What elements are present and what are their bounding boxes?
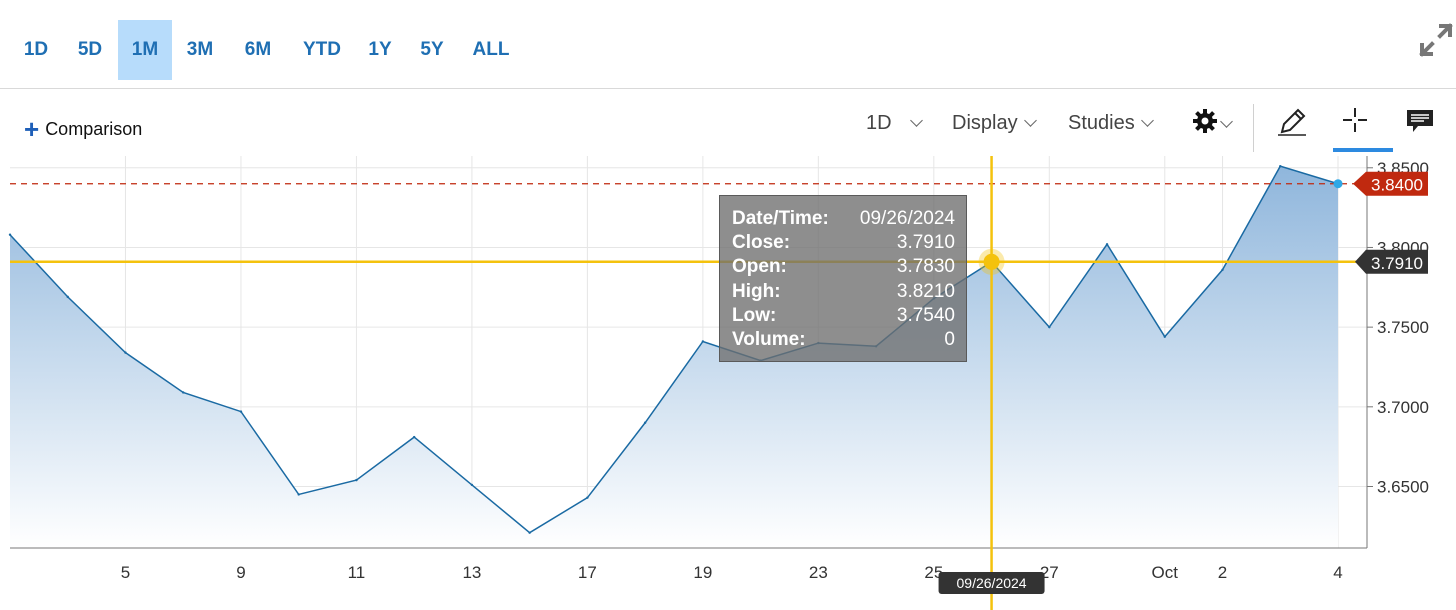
data-point: [297, 493, 300, 496]
tooltip-label: Volume:: [732, 328, 806, 350]
tooltip-label: Close:: [732, 232, 791, 254]
x-tick-label: 2: [1218, 563, 1227, 582]
range-tab-6m[interactable]: 6M: [230, 20, 286, 80]
comparison-label: Comparison: [45, 119, 143, 139]
tooltip-value: 3.7540: [896, 304, 955, 326]
crosshair-icon[interactable]: [1339, 104, 1371, 138]
data-point: [1105, 243, 1109, 246]
studies-dropdown[interactable]: Studies: [1068, 112, 1154, 135]
data-point: [8, 233, 12, 236]
range-tab-5d[interactable]: 5D: [64, 20, 116, 80]
tooltip-value: 3.7830: [896, 256, 955, 278]
tooltip-label: Date/Time:: [732, 208, 829, 229]
data-point: [1279, 164, 1282, 168]
chevron-down-icon: [1140, 114, 1154, 127]
expand-icon[interactable]: [1418, 22, 1454, 58]
tooltip-row: Open: 3.7830: [732, 255, 955, 279]
tooltip-value: 0: [944, 328, 955, 350]
comment-icon[interactable]: [1404, 104, 1436, 138]
chevron-down-icon: [909, 114, 923, 127]
data-point: [239, 410, 243, 413]
x-tick-label: 4: [1333, 563, 1342, 582]
crosshair-tooltip: Date/Time: 09/26/2024 Close: 3.7910 Open: 3.7…: [719, 195, 967, 362]
data-point: [586, 496, 589, 499]
x-tick-label: 5: [121, 563, 130, 582]
settings-dropdown[interactable]: [1192, 108, 1233, 136]
range-tab-1d[interactable]: 1D: [14, 20, 58, 80]
tooltip-label: Open:: [732, 256, 787, 278]
data-point: [124, 351, 127, 354]
interval-dropdown[interactable]: 1D: [866, 112, 923, 135]
tooltip-row: High: 3.8210: [732, 280, 955, 304]
tooltip-label: Low:: [732, 304, 777, 326]
tooltip-row: Low: 3.7540: [732, 304, 955, 328]
range-tab-all[interactable]: ALL: [462, 20, 520, 80]
range-tab-3m[interactable]: 3M: [174, 20, 226, 80]
toolbar-divider: [1253, 104, 1254, 152]
range-tab-1y[interactable]: 1Y: [360, 20, 400, 80]
data-point: [1163, 335, 1166, 338]
chevron-down-icon: [1023, 114, 1037, 127]
crosshair-y-label: 3.7910: [1371, 254, 1423, 273]
tooltip-value: 3.7910: [896, 232, 955, 254]
tooltip-row: Close: 3.7910: [732, 231, 955, 255]
price-area: [10, 166, 1338, 549]
y-tick-label: 3.7500: [1377, 318, 1429, 337]
x-tick-label: 23: [809, 563, 828, 582]
last-price-label: 3.8400: [1371, 176, 1423, 195]
x-tick-label: 9: [236, 563, 245, 582]
data-point: [528, 531, 531, 534]
gear-icon: [1193, 109, 1217, 133]
data-point: [701, 340, 705, 343]
tooltip-value: 09/26/2024: [859, 208, 955, 229]
x-tick-label: 17: [578, 563, 597, 582]
range-tab-5y[interactable]: 5Y: [410, 20, 454, 80]
data-point: [182, 391, 185, 394]
data-point: [1221, 268, 1224, 271]
range-tab-1m[interactable]: 1M: [118, 20, 172, 80]
data-point: [470, 483, 474, 487]
crosshair-point: [983, 253, 1000, 270]
comparison-button[interactable]: + Comparison: [24, 114, 142, 145]
data-point: [1048, 325, 1051, 329]
tooltip-value: 3.8210: [896, 280, 955, 302]
range-selector: 1D 5D 1M 3M 6M YTD 1Y 5Y ALL: [0, 0, 1456, 89]
y-tick-label: 3.7000: [1377, 398, 1429, 417]
data-point: [66, 295, 69, 299]
data-point: [355, 478, 358, 482]
x-tick-label: Oct: [1152, 563, 1179, 582]
tooltip-label: High:: [732, 280, 781, 302]
plus-icon: +: [24, 114, 40, 144]
data-point: [643, 421, 647, 424]
display-label: Display: [952, 112, 1018, 134]
tooltip-rows: Date/Time: 09/26/2024 Close: 3.7910 Open: 3.7…: [732, 207, 955, 352]
chevron-down-icon: [1220, 115, 1233, 128]
x-tick-label: 13: [462, 563, 481, 582]
x-tick-label: 11: [348, 563, 366, 582]
interval-label: 1D: [866, 112, 892, 134]
range-tab-ytd[interactable]: YTD: [290, 20, 354, 80]
display-dropdown[interactable]: Display: [952, 112, 1037, 135]
x-tick-label: 19: [693, 563, 712, 582]
studies-label: Studies: [1068, 112, 1135, 134]
tooltip-row: Volume: 0: [732, 328, 955, 352]
tooltip-row: Date/Time: 09/26/2024: [732, 207, 955, 231]
pencil-icon[interactable]: [1276, 104, 1308, 138]
data-point: [412, 435, 416, 439]
crosshair-x-label: 09/26/2024: [957, 575, 1027, 591]
y-tick-label: 3.6500: [1377, 477, 1429, 496]
last-price-dot: [1333, 179, 1343, 189]
